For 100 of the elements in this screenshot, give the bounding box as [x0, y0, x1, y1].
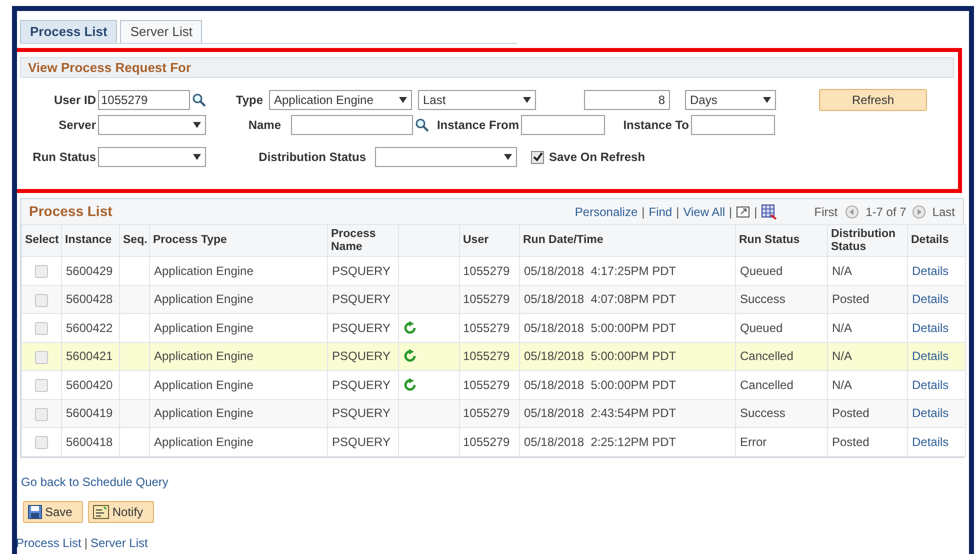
back-link[interactable]: Go back to Schedule Query: [21, 472, 964, 490]
column-header: Run Status: [739, 234, 800, 246]
previous-icon[interactable]: [844, 204, 859, 218]
panel-header: View Process Request For: [20, 57, 954, 78]
column-header: Details: [911, 234, 949, 246]
search-icon[interactable]: [192, 93, 206, 107]
refresh-button[interactable]: Refresh: [819, 89, 927, 111]
column-header: Select: [25, 234, 59, 246]
column-header: User: [463, 234, 489, 246]
table-cell: PSQUERY: [332, 320, 390, 335]
field-label: Type: [234, 92, 264, 109]
process-row[interactable]: 5600429 Application Engine PSQUERY 1055279 05/18/2018 4:17:25PM PDT Queued N/A Details: [22, 256, 966, 285]
last-label: Last: [932, 204, 955, 220]
type-dropdown[interactable]: Application Engine: [269, 90, 412, 110]
select-checkbox[interactable]: [35, 436, 48, 450]
select-checkbox[interactable]: [35, 408, 48, 421]
separator: |: [676, 204, 680, 220]
caret-icon: [763, 97, 771, 103]
column-header: Process Type: [153, 234, 227, 246]
process-row[interactable]: 5600418 Application Engine PSQUERY 1055279 05/18/2018 2:25:12PM PDT Error Posted Details: [22, 428, 966, 456]
first-label: First: [814, 204, 838, 220]
download-icon[interactable]: [761, 204, 778, 220]
unit-dropdown[interactable]: Days: [685, 90, 776, 110]
table-cell: Application Engine: [154, 264, 254, 278]
table-cell: 05/18/2018 5:00:00PM PDT: [524, 378, 676, 392]
field-label: User ID: [52, 92, 97, 109]
table-cell: PSQUERY: [332, 378, 390, 392]
save-on-refresh-checkbox[interactable]: [531, 150, 544, 164]
table-cell: 05/18/2018 2:25:12PM PDT: [524, 434, 676, 449]
zoom-icon[interactable]: [736, 205, 750, 218]
grid-link[interactable]: Personalize: [574, 202, 638, 220]
caret-icon: [193, 154, 201, 160]
table-cell: N/A: [832, 378, 852, 392]
table-cell: Application Engine: [154, 320, 254, 335]
field-label: Run Status: [32, 149, 97, 166]
run-status-dropdown[interactable]: [98, 147, 206, 167]
save-button[interactable]: Save: [23, 500, 84, 522]
table-cell: 5600422: [66, 320, 113, 335]
select-checkbox[interactable]: [35, 322, 48, 336]
select-checkbox[interactable]: [35, 265, 48, 278]
name-field[interactable]: [291, 115, 413, 135]
table-cell: Posted: [832, 292, 870, 306]
amount-field[interactable]: 8: [584, 90, 670, 110]
table-cell: 1055279: [463, 264, 510, 278]
table-cell: Queued: [740, 264, 783, 278]
next-icon[interactable]: [912, 204, 926, 218]
process-row[interactable]: 5600421 Application Engine PSQUERY 1055279 05/18/2018 5:00:00PM PDT Cancelled N/A Details: [22, 342, 966, 370]
separator: |: [754, 204, 758, 220]
field-label: Server: [58, 117, 97, 134]
search-icon[interactable]: [415, 118, 429, 132]
select-checkbox[interactable]: [35, 294, 48, 307]
process-row[interactable]: 5600428 Application Engine PSQUERY 1055279 05/18/2018 4:07:08PM PDT Success Posted Details: [22, 285, 966, 314]
table-cell: 1055279: [463, 349, 510, 364]
table-cell: 5600428: [66, 292, 113, 306]
tab[interactable]: Server List: [120, 20, 202, 43]
field-label: Instance From: [436, 117, 520, 134]
column-header: Run Date/Time: [523, 234, 604, 246]
field-label: Distribution Status: [258, 149, 367, 166]
footer-link[interactable]: Process List: [16, 534, 82, 552]
table-cell: 1055279: [463, 378, 510, 392]
caret-icon: [399, 97, 407, 103]
table-cell: PSQUERY: [332, 292, 390, 306]
select-checkbox[interactable]: [35, 379, 48, 392]
process-row[interactable]: 5600419 Application Engine PSQUERY 1055279 05/18/2018 2:43:54PM PDT Success Posted Details: [22, 399, 966, 428]
notify-button[interactable]: Notify: [88, 500, 154, 522]
select-checkbox[interactable]: [35, 350, 48, 364]
table-cell: 1055279: [463, 320, 510, 335]
column-header: Seq.: [123, 234, 148, 246]
server-dropdown[interactable]: [98, 115, 206, 135]
range-text: 1-7 of 7: [866, 204, 906, 220]
user-id-field[interactable]: 1055279: [98, 90, 190, 110]
table-cell: Application Engine: [154, 349, 254, 364]
period-dropdown[interactable]: Last: [418, 90, 536, 110]
distribution-status-dropdown[interactable]: [375, 147, 517, 167]
table-cell: Application Engine: [154, 292, 254, 306]
caret-icon: [504, 154, 512, 160]
caret-icon: [523, 97, 531, 103]
tab[interactable]: Process List: [20, 20, 118, 43]
table-cell: Posted: [832, 434, 870, 449]
table-cell: Success: [740, 292, 786, 306]
table-cell: 05/18/2018 4:17:25PM PDT: [524, 264, 676, 278]
table-cell: 1055279: [463, 406, 510, 420]
table-cell: 1055279: [463, 434, 510, 449]
table-cell: 05/18/2018 2:43:54PM PDT: [524, 406, 676, 420]
instance-from-field[interactable]: [521, 115, 605, 135]
field-label: Instance To: [622, 117, 690, 134]
grid-link[interactable]: View All: [683, 202, 726, 220]
process-row[interactable]: 5600422 Application Engine PSQUERY 1055279 05/18/2018 5:00:00PM PDT Queued N/A Details: [22, 314, 966, 342]
table-cell: 05/18/2018 4:07:08PM PDT: [524, 292, 676, 306]
process-row[interactable]: 5600420 Application Engine PSQUERY 1055279 05/18/2018 5:00:00PM PDT Cancelled N/A Details: [22, 370, 966, 399]
table-cell: 05/18/2018 5:00:00PM PDT: [524, 320, 676, 335]
instance-to-field[interactable]: [691, 115, 775, 135]
footer-link[interactable]: Server List: [90, 534, 148, 552]
separator: |: [84, 534, 88, 552]
table-cell: N/A: [832, 264, 852, 278]
grid-link[interactable]: Find: [648, 202, 672, 220]
table-cell: PSQUERY: [332, 406, 390, 420]
separator: |: [729, 204, 732, 220]
table-cell: Application Engine: [154, 434, 254, 449]
table-cell: 1055279: [463, 292, 510, 306]
